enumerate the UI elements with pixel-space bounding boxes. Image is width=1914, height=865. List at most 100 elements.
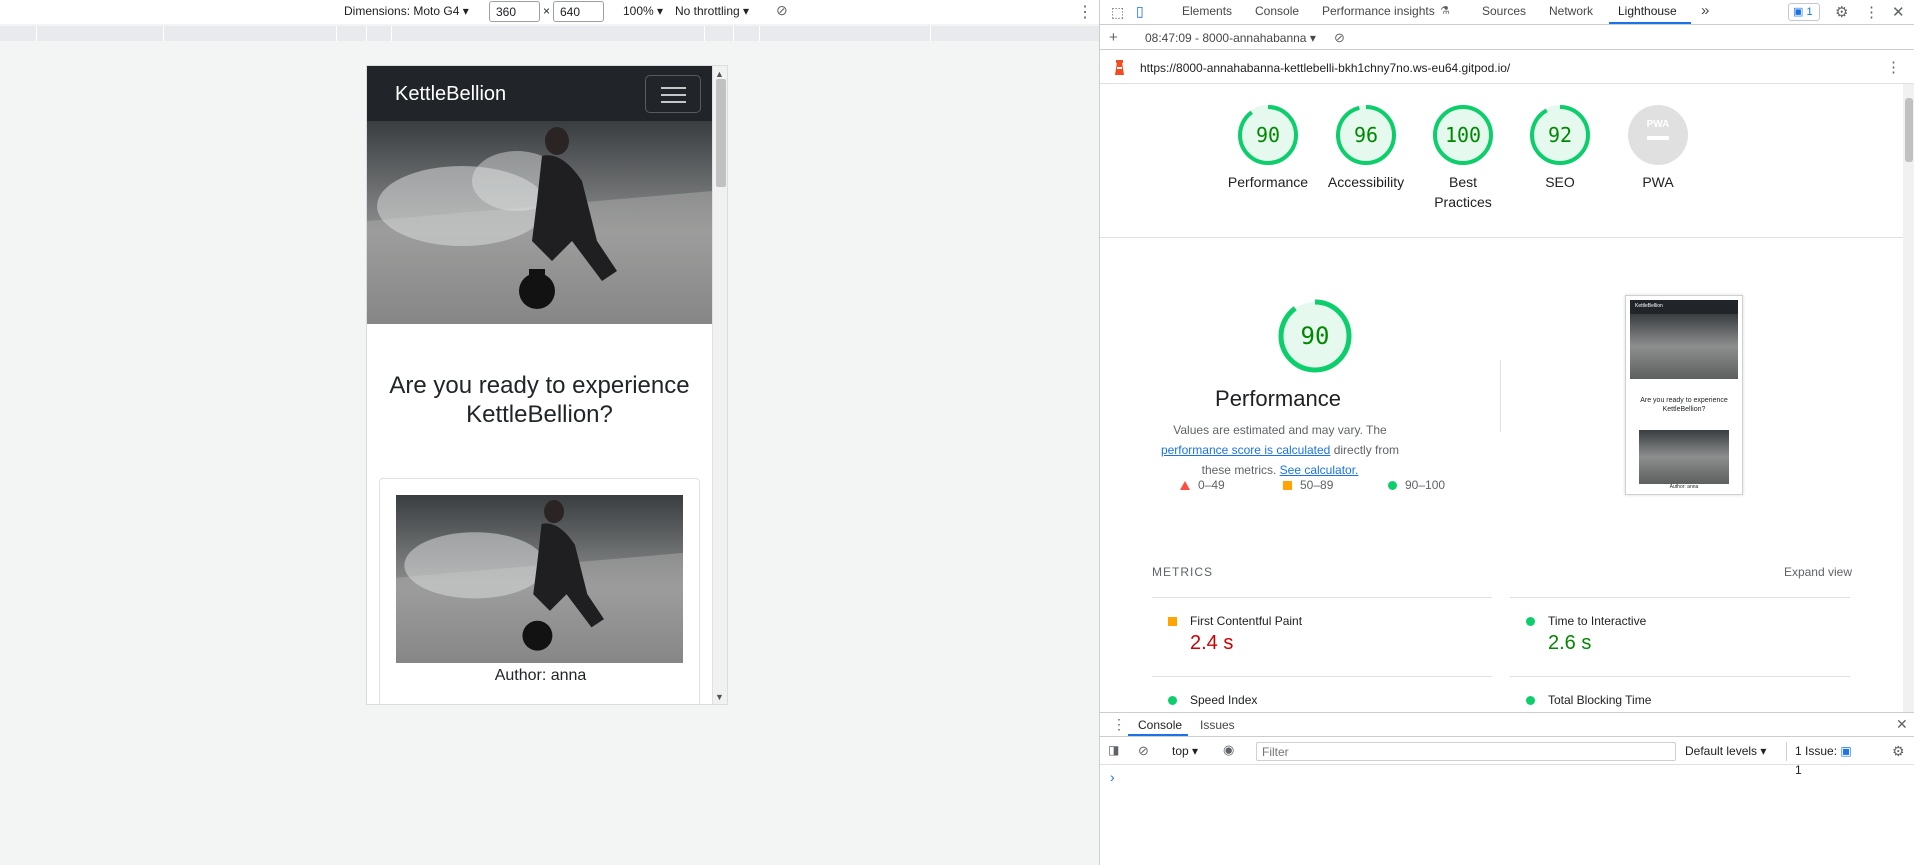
site-navbar: KettleBellion: [367, 66, 712, 121]
performance-score-link[interactable]: performance score is calculated: [1161, 443, 1330, 457]
media-query-ruler[interactable]: [0, 26, 1100, 41]
drawer-tab-bar: ⋮ Console Issues ✕: [1100, 713, 1914, 737]
pass-circle-icon: [1526, 617, 1535, 626]
gauge-score-accessibility: 96: [1354, 123, 1378, 147]
tab-sources[interactable]: Sources: [1482, 4, 1526, 18]
pass-circle-icon: [1168, 696, 1177, 705]
gauge-pwa[interactable]: PWA PWA: [1613, 102, 1703, 192]
drawer-tab-console[interactable]: Console: [1138, 718, 1182, 732]
sidebar-toggle-icon[interactable]: ◨: [1108, 743, 1119, 757]
metric-value: 2.4 s: [1190, 632, 1234, 654]
pass-circle-icon: [1388, 481, 1397, 490]
legend-pass: 90–100: [1388, 478, 1445, 492]
gauge-best-practices[interactable]: 100 Best Practices: [1418, 102, 1508, 212]
report-selector-dropdown[interactable]: 08:47:09 - 8000-annahabanna ▾: [1145, 31, 1316, 45]
report-url[interactable]: https://8000-annahabanna-kettlebelli-bkh…: [1140, 61, 1510, 75]
console-toolbar: ◨ ⊘ top ▾ ◉ Default levels ▾ 1 Issue: ▣ …: [1100, 738, 1914, 777]
viewport-width-input[interactable]: [489, 1, 540, 22]
clear-reports-icon[interactable]: ⊘: [1334, 30, 1345, 46]
gauge-label-seo: SEO: [1545, 174, 1575, 190]
site-brand[interactable]: KettleBellion: [395, 83, 506, 106]
legend-average: 50–89: [1283, 478, 1333, 492]
metric-name: Speed Index: [1190, 693, 1258, 707]
rotate-icon[interactable]: ⊘: [776, 2, 788, 19]
gauge-accessibility[interactable]: 96 Accessibility: [1321, 102, 1411, 192]
drawer-menu-icon[interactable]: ⋮: [1112, 716, 1126, 733]
inspect-element-icon[interactable]: ⬚: [1111, 4, 1124, 21]
message-icon: ▣: [1840, 744, 1852, 758]
gauge-score-seo: 92: [1548, 123, 1572, 147]
close-devtools-icon[interactable]: ✕: [1892, 3, 1905, 21]
tab-performance-insights[interactable]: Performance insights: [1322, 4, 1435, 18]
navbar-toggler-button[interactable]: [645, 75, 701, 113]
gauge-performance[interactable]: 90 Performance: [1223, 102, 1313, 192]
report-menu-icon[interactable]: ⋮: [1886, 58, 1901, 76]
thumb-card-image: [1639, 430, 1729, 484]
metric-row: Total Blocking Time: [1510, 676, 1850, 712]
pwa-dash-icon: [1647, 136, 1669, 140]
gauge-label-best-practices: Best Practices: [1434, 174, 1492, 210]
metric-name: First Contentful Paint: [1190, 614, 1303, 628]
close-drawer-icon[interactable]: ✕: [1896, 716, 1908, 733]
live-expression-eye-icon[interactable]: ◉: [1223, 742, 1234, 758]
viewport-height-input[interactable]: [553, 1, 604, 22]
final-screenshot-thumbnail[interactable]: KettleBellion Are you ready to experienc…: [1625, 295, 1743, 495]
report-scrollbar[interactable]: [1903, 84, 1914, 712]
zoom-dropdown[interactable]: 100% ▾: [623, 4, 663, 18]
new-report-icon[interactable]: +: [1109, 29, 1118, 46]
post-card-image: [396, 495, 683, 663]
settings-gear-icon[interactable]: ⚙: [1835, 3, 1848, 21]
more-options-icon[interactable]: ⋮: [1077, 2, 1093, 22]
tab-elements[interactable]: Elements: [1182, 4, 1232, 18]
more-tabs-icon[interactable]: »: [1701, 2, 1709, 19]
post-card-author: Author: anna: [494, 667, 587, 684]
tab-network[interactable]: Network: [1549, 4, 1593, 18]
customize-menu-icon[interactable]: ⋮: [1864, 3, 1879, 21]
metric-name: Time to Interactive: [1548, 614, 1647, 628]
tab-lighthouse[interactable]: Lighthouse: [1618, 4, 1677, 18]
drawer-tab-issues[interactable]: Issues: [1200, 718, 1235, 732]
metric-row: First Contentful Paint 2.4 s: [1152, 597, 1492, 676]
console-settings-icon[interactable]: ⚙: [1892, 743, 1905, 760]
context-selector[interactable]: top ▾: [1172, 744, 1198, 758]
scroll-down-icon[interactable]: ▼: [715, 692, 724, 702]
clear-console-icon[interactable]: ⊘: [1138, 743, 1149, 759]
device-toolbar-icon[interactable]: ▯: [1136, 3, 1144, 20]
log-levels-dropdown[interactable]: Default levels ▾: [1685, 744, 1766, 758]
scroll-up-icon[interactable]: ▲: [715, 69, 724, 79]
scrollbar-thumb[interactable]: [716, 79, 726, 187]
devtools-tab-bar: ⬚ ▯ Elements Console Performance insight…: [1100, 0, 1914, 25]
hero-image: [367, 121, 712, 324]
console-prompt[interactable]: ›: [1110, 769, 1115, 785]
legend-fail: 0–49: [1180, 478, 1225, 492]
device-dimensions-dropdown[interactable]: Dimensions: Moto G4 ▾: [344, 4, 469, 18]
console-filter-input[interactable]: [1256, 742, 1676, 761]
post-card[interactable]: Author: anna: [379, 478, 700, 704]
metric-row: Time to Interactive 2.6 s: [1510, 597, 1850, 676]
report-url-bar: https://8000-annahabanna-kettlebelli-bkh…: [1100, 51, 1914, 84]
see-calculator-link[interactable]: See calculator.: [1280, 463, 1359, 477]
tab-console[interactable]: Console: [1255, 4, 1299, 18]
expand-view-toggle[interactable]: Expand view: [1784, 565, 1852, 579]
metric-name: Total Blocking Time: [1548, 693, 1652, 707]
viewport-scrollbar[interactable]: ▲ ▼: [712, 66, 727, 704]
lighthouse-logo-icon: [1115, 60, 1124, 75]
thumb-navbar: KettleBellion: [1630, 300, 1738, 314]
performance-title: Performance: [1215, 386, 1341, 411]
issues-badge[interactable]: ▣ 1: [1788, 3, 1820, 21]
lighthouse-toolbar: + 08:47:09 - 8000-annahabanna ▾ ⊘: [1100, 26, 1914, 50]
throttling-dropdown[interactable]: No throttling ▾: [675, 4, 749, 18]
performance-big-gauge: 90: [1275, 296, 1355, 379]
console-drawer: ⋮ Console Issues ✕ ◨ ⊘ top ▾ ◉ Default l…: [1100, 712, 1914, 865]
metrics-header: METRICS Expand view: [1152, 565, 1852, 579]
devtools-panel: ⬚ ▯ Elements Console Performance insight…: [1099, 0, 1914, 865]
hamburger-icon: [661, 87, 686, 89]
thumb-hero-image: [1630, 314, 1738, 379]
console-issues-button[interactable]: 1 Issue: ▣ 1: [1786, 742, 1858, 777]
times-symbol: ×: [543, 4, 551, 18]
gauge-label-performance: Performance: [1227, 174, 1309, 190]
device-toolbar: Dimensions: Moto G4 ▾ × 100% ▾ No thrott…: [0, 0, 1100, 24]
gauge-seo[interactable]: 92 SEO: [1515, 102, 1605, 192]
fail-triangle-icon: [1180, 481, 1190, 490]
gauge-label-pwa: PWA: [1642, 174, 1674, 190]
